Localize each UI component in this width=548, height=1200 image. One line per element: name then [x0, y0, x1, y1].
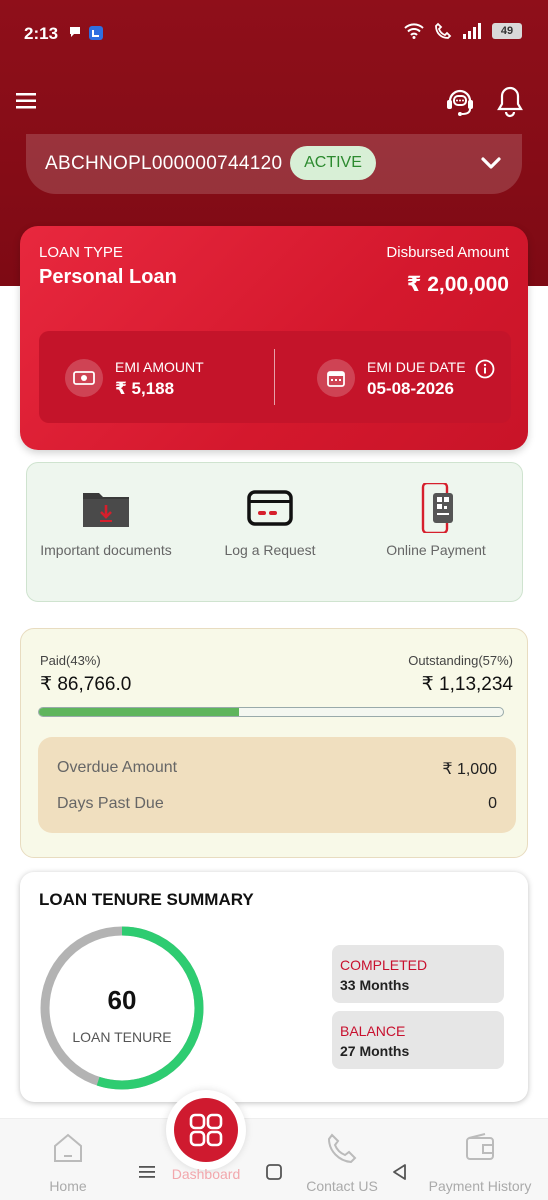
status-badge: ACTIVE: [290, 146, 376, 180]
wallet-icon: [466, 1133, 494, 1160]
completed-pill: COMPLETED 33 Months: [332, 945, 504, 1003]
paid-progress-bar: [38, 707, 504, 717]
status-bar: 2:13 49: [0, 0, 548, 66]
balance-pill: BALANCE 27 Months: [332, 1011, 504, 1069]
emi-due-date-value: 05-08-2026: [367, 379, 454, 398]
bottom-navigation: Home Contact US Payment History: [0, 1118, 548, 1200]
tenure-title: LOAN TENURE SUMMARY: [39, 890, 254, 909]
loan-summary-card: LOAN TYPE Personal Loan Disbursed Amount…: [20, 226, 528, 450]
customer-support-icon[interactable]: [444, 84, 476, 118]
outstanding-label: Outstanding(57%): [408, 653, 513, 668]
status-time: 2:13: [24, 24, 59, 43]
signal-icon: [463, 23, 481, 39]
cash-icon: [65, 359, 103, 397]
calendar-icon: [317, 359, 355, 397]
nav-contact-label: Contact US: [306, 1178, 378, 1194]
paid-label: Paid(43%): [40, 653, 101, 668]
hamburger-menu-icon[interactable]: [14, 88, 40, 114]
tenure-total: 60: [108, 985, 137, 1015]
balance-value: 27 Months: [340, 1043, 410, 1059]
action-label: Important documents: [40, 542, 172, 558]
grid-icon: [189, 1113, 223, 1147]
account-selector[interactable]: ABCHNOPL000000744120 ACTIVE: [26, 134, 522, 194]
phone-icon: [327, 1133, 357, 1164]
chat-notification-icon: [70, 27, 80, 37]
info-icon[interactable]: [475, 359, 495, 379]
nav-home[interactable]: Home: [38, 1131, 98, 1194]
completed-label: COMPLETED: [340, 957, 428, 973]
emi-divider: [274, 349, 275, 405]
wifi-icon: [404, 23, 424, 39]
phone-qr-icon: [421, 481, 453, 535]
emi-amount-label: EMI AMOUNT: [115, 359, 204, 375]
emi-amount-value: ₹ 5,188: [115, 379, 175, 398]
days-past-due-label: Days Past Due: [57, 795, 164, 812]
emi-details-box: EMI AMOUNT ₹ 5,188 EMI DUE DATE 05-08-20…: [39, 331, 511, 423]
nav-home-label: Home: [49, 1178, 87, 1194]
loan-account-number: ABCHNOPL000000744120: [45, 153, 283, 174]
paid-value: ₹ 86,766.0: [40, 674, 132, 695]
loan-tenure-card: LOAN TENURE SUMMARY 60 LOAN TENURE COMPL…: [20, 872, 528, 1102]
loan-type-label: LOAN TYPE: [39, 244, 123, 261]
overdue-box: Overdue Amount ₹ 1,000 Days Past Due 0: [38, 737, 516, 833]
home-system-icon[interactable]: [265, 1163, 283, 1181]
nav-payment-history-label: Payment History: [428, 1178, 532, 1194]
card-request-icon: [247, 490, 293, 526]
emi-due-date-label: EMI DUE DATE: [367, 359, 466, 375]
online-payment-action[interactable]: Online Payment: [361, 481, 511, 559]
tenure-total-label: LOAN TENURE: [72, 1029, 171, 1045]
folder-download-icon: [83, 493, 129, 527]
chevron-down-icon[interactable]: [478, 150, 504, 176]
nav-contact[interactable]: Contact US: [300, 1131, 384, 1194]
quick-actions-card: Important documents Log a Request Online…: [26, 462, 523, 602]
important-documents-action[interactable]: Important documents: [31, 483, 181, 559]
action-label: Online Payment: [386, 542, 486, 558]
battery-level: 49: [492, 23, 522, 39]
balance-label: BALANCE: [340, 1023, 406, 1039]
home-icon: [54, 1133, 82, 1162]
disbursed-amount-value: ₹ 2,00,000: [406, 273, 509, 296]
dashboard-button[interactable]: [166, 1090, 246, 1170]
log-request-action[interactable]: Log a Request: [195, 483, 345, 559]
days-past-due-value: 0: [488, 795, 497, 812]
tenure-donut-chart: 60 LOAN TENURE: [40, 926, 204, 1090]
nav-payment-history[interactable]: Payment History: [420, 1131, 540, 1194]
nav-dashboard-label: Dashboard: [171, 1166, 241, 1182]
completed-value: 33 Months: [340, 977, 410, 993]
action-label: Log a Request: [224, 542, 316, 558]
notification-bell-icon[interactable]: [494, 84, 526, 118]
loan-type-value: Personal Loan: [39, 266, 177, 288]
dashboard-button-inner: [174, 1098, 238, 1162]
app-notification-icon: [89, 26, 103, 40]
overdue-amount-label: Overdue Amount: [57, 759, 178, 776]
disbursed-amount-label: Disbursed Amount: [386, 244, 509, 261]
paid-progress-fill: [39, 708, 239, 716]
overdue-amount-value: ₹ 1,000: [442, 761, 497, 778]
recent-apps-icon[interactable]: [138, 1164, 156, 1180]
outstanding-value: ₹ 1,13,234: [421, 674, 513, 695]
payment-summary-card: Paid(43%) Outstanding(57%) ₹ 86,766.0 ₹ …: [20, 628, 528, 858]
call-icon: [435, 22, 452, 39]
back-icon[interactable]: [391, 1163, 409, 1181]
